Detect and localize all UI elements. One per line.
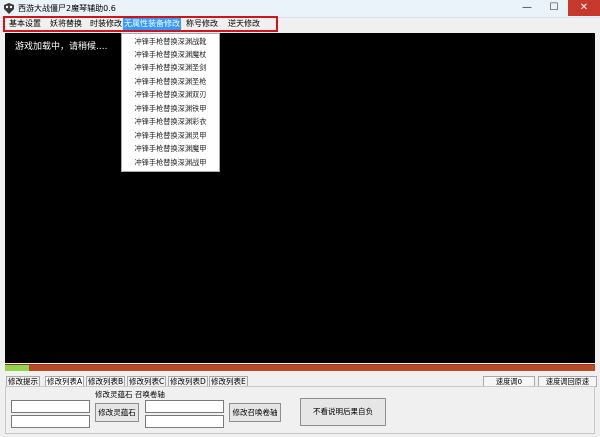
dropdown-item[interactable]: 冲锋手枪替换深渊魔甲 [122,143,219,155]
maximize-button[interactable]: ☐ [541,0,567,16]
load-progress-bar [5,364,595,371]
menu-fashion-edit[interactable]: 时装修改 [89,18,123,30]
dropdown-item[interactable]: 冲锋手枪替换深渊战靴 [122,36,219,48]
lingyun-button[interactable]: 修改灵蕴石 [95,403,139,422]
summon-button[interactable]: 修改召唤卷轴 [229,403,281,422]
dropdown-item[interactable]: 冲锋手枪替换深渊双刃 [122,89,219,101]
menu-yaojiang-replace[interactable]: 妖将替换 [49,18,83,30]
lingyun-input-2[interactable] [11,415,90,428]
dropdown-item[interactable]: 冲锋手枪替换深渊彩衣 [122,116,219,128]
help-button[interactable]: 不看说明后果自负 [300,398,386,426]
group-label: 修改灵蕴石 召唤卷轴 [95,390,165,399]
summon-input-1[interactable] [145,400,224,413]
window-title: 西游大战僵尸2魔琴辅助0.6 [18,4,116,13]
equip-dropdown-menu: 冲锋手枪替换深渊战靴 冲锋手枪替换深渊魔杖 冲锋手枪替换深渊圣剑 冲锋手枪替换深… [121,33,220,172]
minimize-button[interactable]: — [514,0,540,16]
menu-no-attr-equip-edit[interactable]: 无属性装备修改 [123,18,181,30]
dropdown-item[interactable]: 冲锋手枪替换深渊战甲 [122,157,219,169]
dropdown-item[interactable]: 冲锋手枪替换深渊铁甲 [122,103,219,115]
dropdown-item[interactable]: 冲锋手枪替换深渊灵甲 [122,130,219,142]
menu-basic-settings[interactable]: 基本设置 [8,18,42,30]
app-icon [4,3,14,14]
close-button[interactable]: ✕ [568,0,600,16]
menu-bar: 基本设置 妖将替换 时装修改 无属性装备修改 称号修改 逆天修改 [3,16,278,32]
menu-heaven-defy-edit[interactable]: 逆天修改 [227,18,261,30]
game-area[interactable]: 游戏加载中，请稍候.... [5,33,595,363]
loading-text: 游戏加载中，请稍候.... [15,42,108,52]
progress-fill [5,365,29,371]
dropdown-item[interactable]: 冲锋手枪替换深渊魔杖 [122,49,219,61]
menu-title-edit[interactable]: 称号修改 [185,18,219,30]
lingyun-input-1[interactable] [11,400,90,413]
dropdown-item[interactable]: 冲锋手枪替换深渊圣枪 [122,76,219,88]
dropdown-item[interactable]: 冲锋手枪替换深渊圣剑 [122,62,219,74]
summon-input-2[interactable] [145,415,224,428]
